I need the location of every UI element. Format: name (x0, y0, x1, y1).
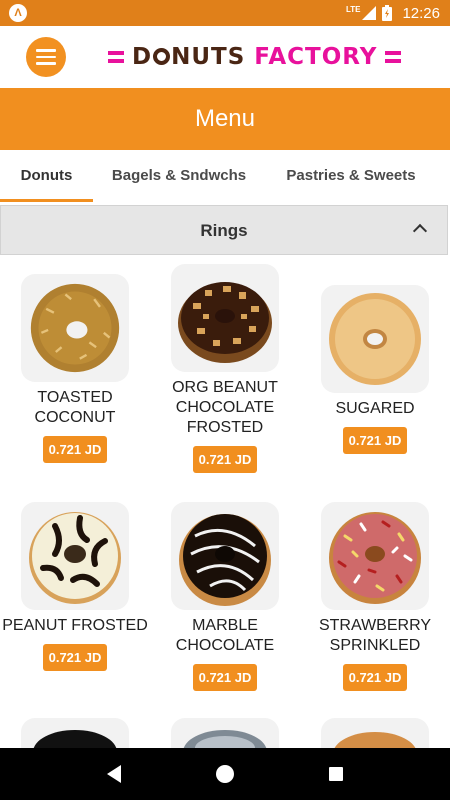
menu-item[interactable]: PEANUT FROSTED 0.721 JD (0, 502, 150, 671)
section-header-rings[interactable]: Rings (0, 205, 448, 255)
app-notification-icon: Λ (9, 4, 27, 22)
item-name: TOASTED COCONUT (34, 389, 116, 426)
category-tabs: Donuts Bagels & Sndwchs Pastries & Sweet… (0, 150, 450, 202)
menu-item-partial[interactable] (21, 718, 129, 748)
hamburger-icon (36, 49, 56, 52)
item-price[interactable]: 0.721 JD (342, 427, 408, 454)
item-price[interactable]: 0.721 JD (192, 446, 258, 473)
status-icons: LTE 12:26 (346, 0, 440, 26)
menu-item-partial[interactable] (171, 718, 279, 748)
item-price[interactable]: 0.721 JD (342, 664, 408, 691)
app-bar: D NUTS FACTORY (0, 26, 450, 88)
back-icon[interactable] (107, 765, 122, 783)
tab-bagels-sandwiches[interactable]: Bagels & Sndwchs (93, 150, 265, 202)
donut-image (171, 264, 279, 372)
item-name: ORG BEANUT CHOCOLATE FROSTED (172, 379, 278, 436)
donut-image (321, 502, 429, 610)
clock: 12:26 (402, 4, 440, 22)
tab-pastries-sweets[interactable]: Pastries & Sweets (265, 150, 437, 202)
tab-donuts[interactable]: Donuts (0, 150, 93, 202)
item-name: SUGARED (335, 400, 415, 417)
page-title: Menu (0, 88, 450, 150)
item-name: PEANUT FROSTED (2, 617, 148, 634)
item-price[interactable]: 0.721 JD (192, 664, 258, 691)
status-bar: Λ LTE 12:26 (0, 0, 450, 26)
system-nav-bar (0, 748, 450, 800)
home-icon[interactable] (215, 765, 234, 783)
brand-logo: D NUTS FACTORY (108, 42, 406, 72)
recent-apps-icon[interactable] (328, 767, 343, 781)
menu-item-partial[interactable] (321, 718, 429, 748)
menu-item[interactable]: TOASTED COCONUT 0.721 JD (0, 274, 150, 463)
donut-image (321, 285, 429, 393)
signal-icon (362, 6, 377, 20)
donut-image (21, 274, 129, 382)
item-price[interactable]: 0.721 JD (42, 644, 108, 671)
menu-item[interactable]: SUGARED 0.721 JD (300, 285, 450, 454)
network-type: LTE (345, 4, 361, 14)
item-name: STRAWBERRY SPRINKLED (318, 617, 431, 654)
donut-image (171, 502, 279, 610)
donut-image (21, 502, 129, 610)
menu-item[interactable]: MARBLE CHOCOLATE 0.721 JD (150, 502, 300, 691)
item-price[interactable]: 0.721 JD (42, 436, 108, 463)
menu-item[interactable]: ORG BEANUT CHOCOLATE FROSTED 0.721 JD (150, 264, 300, 473)
battery-icon (382, 5, 393, 21)
section-title: Rings (200, 221, 248, 240)
hamburger-menu-button[interactable] (26, 37, 66, 77)
menu-item[interactable]: STRAWBERRY SPRINKLED 0.721 JD (300, 502, 450, 691)
item-name: MARBLE CHOCOLATE (175, 617, 275, 654)
